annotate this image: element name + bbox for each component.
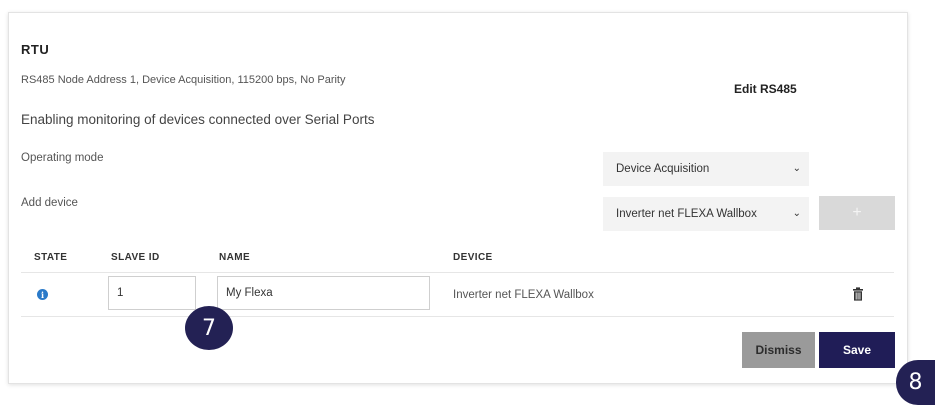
operating-mode-label: Operating mode (21, 152, 104, 164)
add-device-value: Inverter net FLEXA Wallbox (616, 208, 757, 220)
column-header-device: DEVICE (453, 252, 493, 263)
add-device-button[interactable]: + (819, 196, 895, 230)
column-header-slave-id: SLAVE ID (111, 252, 160, 263)
callout-badge-7: 7 (185, 306, 233, 350)
section-title: RTU (21, 42, 50, 57)
add-device-select[interactable]: Inverter net FLEXA Wallbox ⌄ (603, 197, 809, 231)
chevron-down-icon: ⌄ (792, 208, 801, 219)
callout-badge-8: 8 (896, 360, 935, 405)
column-header-state: STATE (34, 252, 68, 263)
edit-rs485-link[interactable]: Edit RS485 (734, 82, 797, 96)
operating-mode-value: Device Acquisition (616, 163, 710, 175)
device-name-input[interactable] (217, 276, 430, 310)
save-button[interactable]: Save (819, 332, 895, 368)
device-cell: Inverter net FLEXA Wallbox (453, 289, 594, 301)
info-icon[interactable]: i (37, 289, 48, 300)
dismiss-button[interactable]: Dismiss (742, 332, 815, 368)
operating-mode-select[interactable]: Device Acquisition ⌄ (603, 152, 809, 186)
slave-id-input[interactable] (108, 276, 196, 310)
table-divider (21, 272, 894, 273)
rs485-summary: RS485 Node Address 1, Device Acquisition… (21, 74, 346, 86)
column-header-name: NAME (219, 252, 251, 263)
chevron-down-icon: ⌄ (792, 163, 801, 174)
trash-icon[interactable] (852, 287, 864, 301)
table-divider (21, 316, 894, 317)
section-description: Enabling monitoring of devices connected… (21, 112, 375, 127)
add-device-label: Add device (21, 197, 78, 209)
